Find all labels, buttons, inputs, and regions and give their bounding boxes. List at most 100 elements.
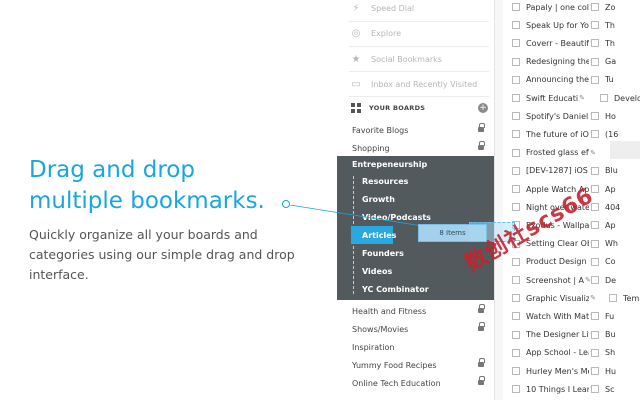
bookmark-item[interactable]: Zo xyxy=(591,0,640,16)
bookmark-item[interactable]: Spotify's Daniel E✎ xyxy=(512,107,596,125)
bookmark-item[interactable]: App School - Lea✎ xyxy=(512,344,596,362)
bookmark-item[interactable]: Develo xyxy=(600,89,640,107)
edit-pencil-icon[interactable]: ✎ xyxy=(590,149,596,157)
board-shows-movies[interactable]: Shows/Movies xyxy=(337,320,494,338)
bookmark-item[interactable]: Swift Educati ✎ xyxy=(512,89,596,107)
bookmark-checkbox[interactable] xyxy=(512,166,520,175)
bookmark-checkbox[interactable] xyxy=(591,330,599,339)
bookmark-item[interactable]: The Designer Lit✎ xyxy=(512,326,596,344)
bookmark-checkbox[interactable] xyxy=(591,312,599,321)
category-resources[interactable]: Resources xyxy=(337,172,494,190)
star-icon: ★ xyxy=(351,53,361,65)
bookmark-item[interactable]: Bu xyxy=(591,326,640,344)
bookmark-item[interactable]: Frosted glass eff ✎ xyxy=(512,144,596,162)
board-inspiration[interactable]: Inspiration xyxy=(337,338,494,356)
bookmark-checkbox[interactable] xyxy=(591,276,599,284)
bookmark-checkbox[interactable] xyxy=(512,185,520,193)
bookmark-item[interactable]: Ho xyxy=(591,107,640,125)
bookmark-item[interactable]: Temp xyxy=(609,289,640,307)
bookmark-item[interactable]: Sc xyxy=(591,380,640,398)
bookmark-item[interactable]: Th xyxy=(591,34,640,52)
board-yummy-food-recipes[interactable]: Yummy Food Recipes xyxy=(337,356,494,374)
nav-inbox[interactable]: ▭ Inbox and Recently Visited xyxy=(337,73,494,95)
nav-label: Speed Dial xyxy=(371,3,415,13)
bookmark-item[interactable]: Speak Up for You✎ xyxy=(512,16,596,34)
bookmark-item[interactable]: The future of iOS✎ xyxy=(512,125,596,143)
bookmark-item[interactable]: Graphic Visualiz ✎ xyxy=(512,289,596,307)
bookmark-checkbox[interactable] xyxy=(591,57,599,66)
board-online-tech-education[interactable]: Online Tech Education xyxy=(337,374,494,392)
empty-row-highlight xyxy=(610,141,640,159)
bookmark-checkbox[interactable] xyxy=(512,367,520,375)
bookmark-checkbox[interactable] xyxy=(591,166,599,175)
bookmark-item[interactable]: Co xyxy=(591,253,640,271)
lock-icon xyxy=(478,358,485,368)
bookmark-checkbox[interactable] xyxy=(512,112,520,121)
bookmark-item[interactable]: Wh xyxy=(591,235,640,253)
bookmark-item[interactable]: Blu xyxy=(591,162,640,180)
bookmark-checkbox[interactable] xyxy=(591,39,599,48)
bookmark-checkbox[interactable] xyxy=(512,3,520,11)
bookmark-item[interactable]: (16 xyxy=(591,125,640,143)
bookmark-item[interactable]: Hu xyxy=(591,362,640,380)
bookmark-checkbox[interactable] xyxy=(591,75,599,84)
bookmark-item[interactable]: Coverr - Beautifu✎ xyxy=(512,34,596,52)
bookmark-checkbox[interactable] xyxy=(591,239,599,248)
bookmark-item[interactable]: Redesigning the✎ xyxy=(512,53,596,71)
edit-pencil-icon[interactable]: ✎ xyxy=(590,294,596,302)
bookmark-checkbox[interactable] xyxy=(591,3,599,11)
nav-social-bookmarks[interactable]: ★ Social Bookmarks xyxy=(337,48,494,70)
bookmark-checkbox[interactable] xyxy=(512,57,520,66)
bookmark-item[interactable]: Tu xyxy=(591,71,640,89)
bookmark-checkbox[interactable] xyxy=(591,130,599,139)
edit-pencil-icon[interactable]: ✎ xyxy=(579,94,585,102)
bookmark-item[interactable]: Hurley Men's Me✎ xyxy=(512,362,596,380)
bookmark-checkbox[interactable] xyxy=(512,75,520,84)
bookmark-item[interactable]: Th xyxy=(591,16,640,34)
lock-icon xyxy=(478,123,485,133)
bookmark-checkbox[interactable] xyxy=(512,330,520,339)
bookmark-checkbox[interactable] xyxy=(591,385,599,394)
bookmark-checkbox[interactable] xyxy=(609,294,617,303)
sidebar-scrollbar[interactable] xyxy=(495,0,503,400)
bookmark-item[interactable]: Sh xyxy=(591,344,640,362)
bookmark-title: Watch With Mat xyxy=(526,311,590,321)
nav-explore[interactable]: ◎ Explore xyxy=(337,22,494,44)
bookmark-checkbox[interactable] xyxy=(512,276,520,284)
bookmark-item[interactable]: Ap xyxy=(591,216,640,234)
bookmark-title: App School - Lea xyxy=(526,348,590,358)
board-shopping[interactable]: Shopping xyxy=(337,139,494,157)
bookmark-checkbox[interactable] xyxy=(591,112,599,121)
bookmark-checkbox[interactable] xyxy=(512,21,520,30)
bookmark-item[interactable]: Watch With Mat✎ xyxy=(512,307,596,325)
bookmark-checkbox[interactable] xyxy=(512,348,520,357)
bookmark-checkbox[interactable] xyxy=(512,39,520,48)
bookmark-checkbox[interactable] xyxy=(600,94,608,102)
bookmark-item[interactable]: Papaly | one colo✎ xyxy=(512,0,596,16)
bookmark-checkbox[interactable] xyxy=(512,130,520,139)
add-board-icon[interactable]: + xyxy=(478,103,488,113)
bookmark-item[interactable]: Fu xyxy=(591,307,640,325)
bookmark-checkbox[interactable] xyxy=(591,367,599,375)
bookmark-checkbox[interactable] xyxy=(512,94,520,102)
bookmark-item[interactable]: 10 Things I Learn✎ xyxy=(512,380,596,398)
bookmark-item[interactable]: Screenshot | A ✎ xyxy=(512,271,596,289)
bookmark-checkbox[interactable] xyxy=(512,312,520,321)
bookmark-item[interactable]: De xyxy=(591,271,640,289)
bookmark-checkbox[interactable] xyxy=(591,21,599,30)
bookmark-item[interactable]: Ga xyxy=(591,53,640,71)
bookmark-checkbox[interactable] xyxy=(591,348,599,357)
bookmark-checkbox[interactable] xyxy=(591,221,599,230)
category-yc-combinator[interactable]: YC Combinator xyxy=(337,280,494,298)
bookmark-checkbox[interactable] xyxy=(512,148,520,157)
bookmark-checkbox[interactable] xyxy=(512,294,520,303)
bookmark-title: De xyxy=(605,275,617,285)
bookmark-title: Temp xyxy=(623,293,640,303)
bookmark-checkbox[interactable] xyxy=(512,385,520,394)
board-favorite-blogs[interactable]: Favorite Blogs xyxy=(337,121,494,139)
bookmark-item[interactable]: Announcing the✎ xyxy=(512,71,596,89)
bookmark-checkbox[interactable] xyxy=(512,203,520,212)
board-health-and-fitness[interactable]: Health and Fitness xyxy=(337,302,494,320)
bookmark-checkbox[interactable] xyxy=(591,257,599,266)
nav-speed-dial[interactable]: ⚡ Speed Dial xyxy=(337,0,494,19)
